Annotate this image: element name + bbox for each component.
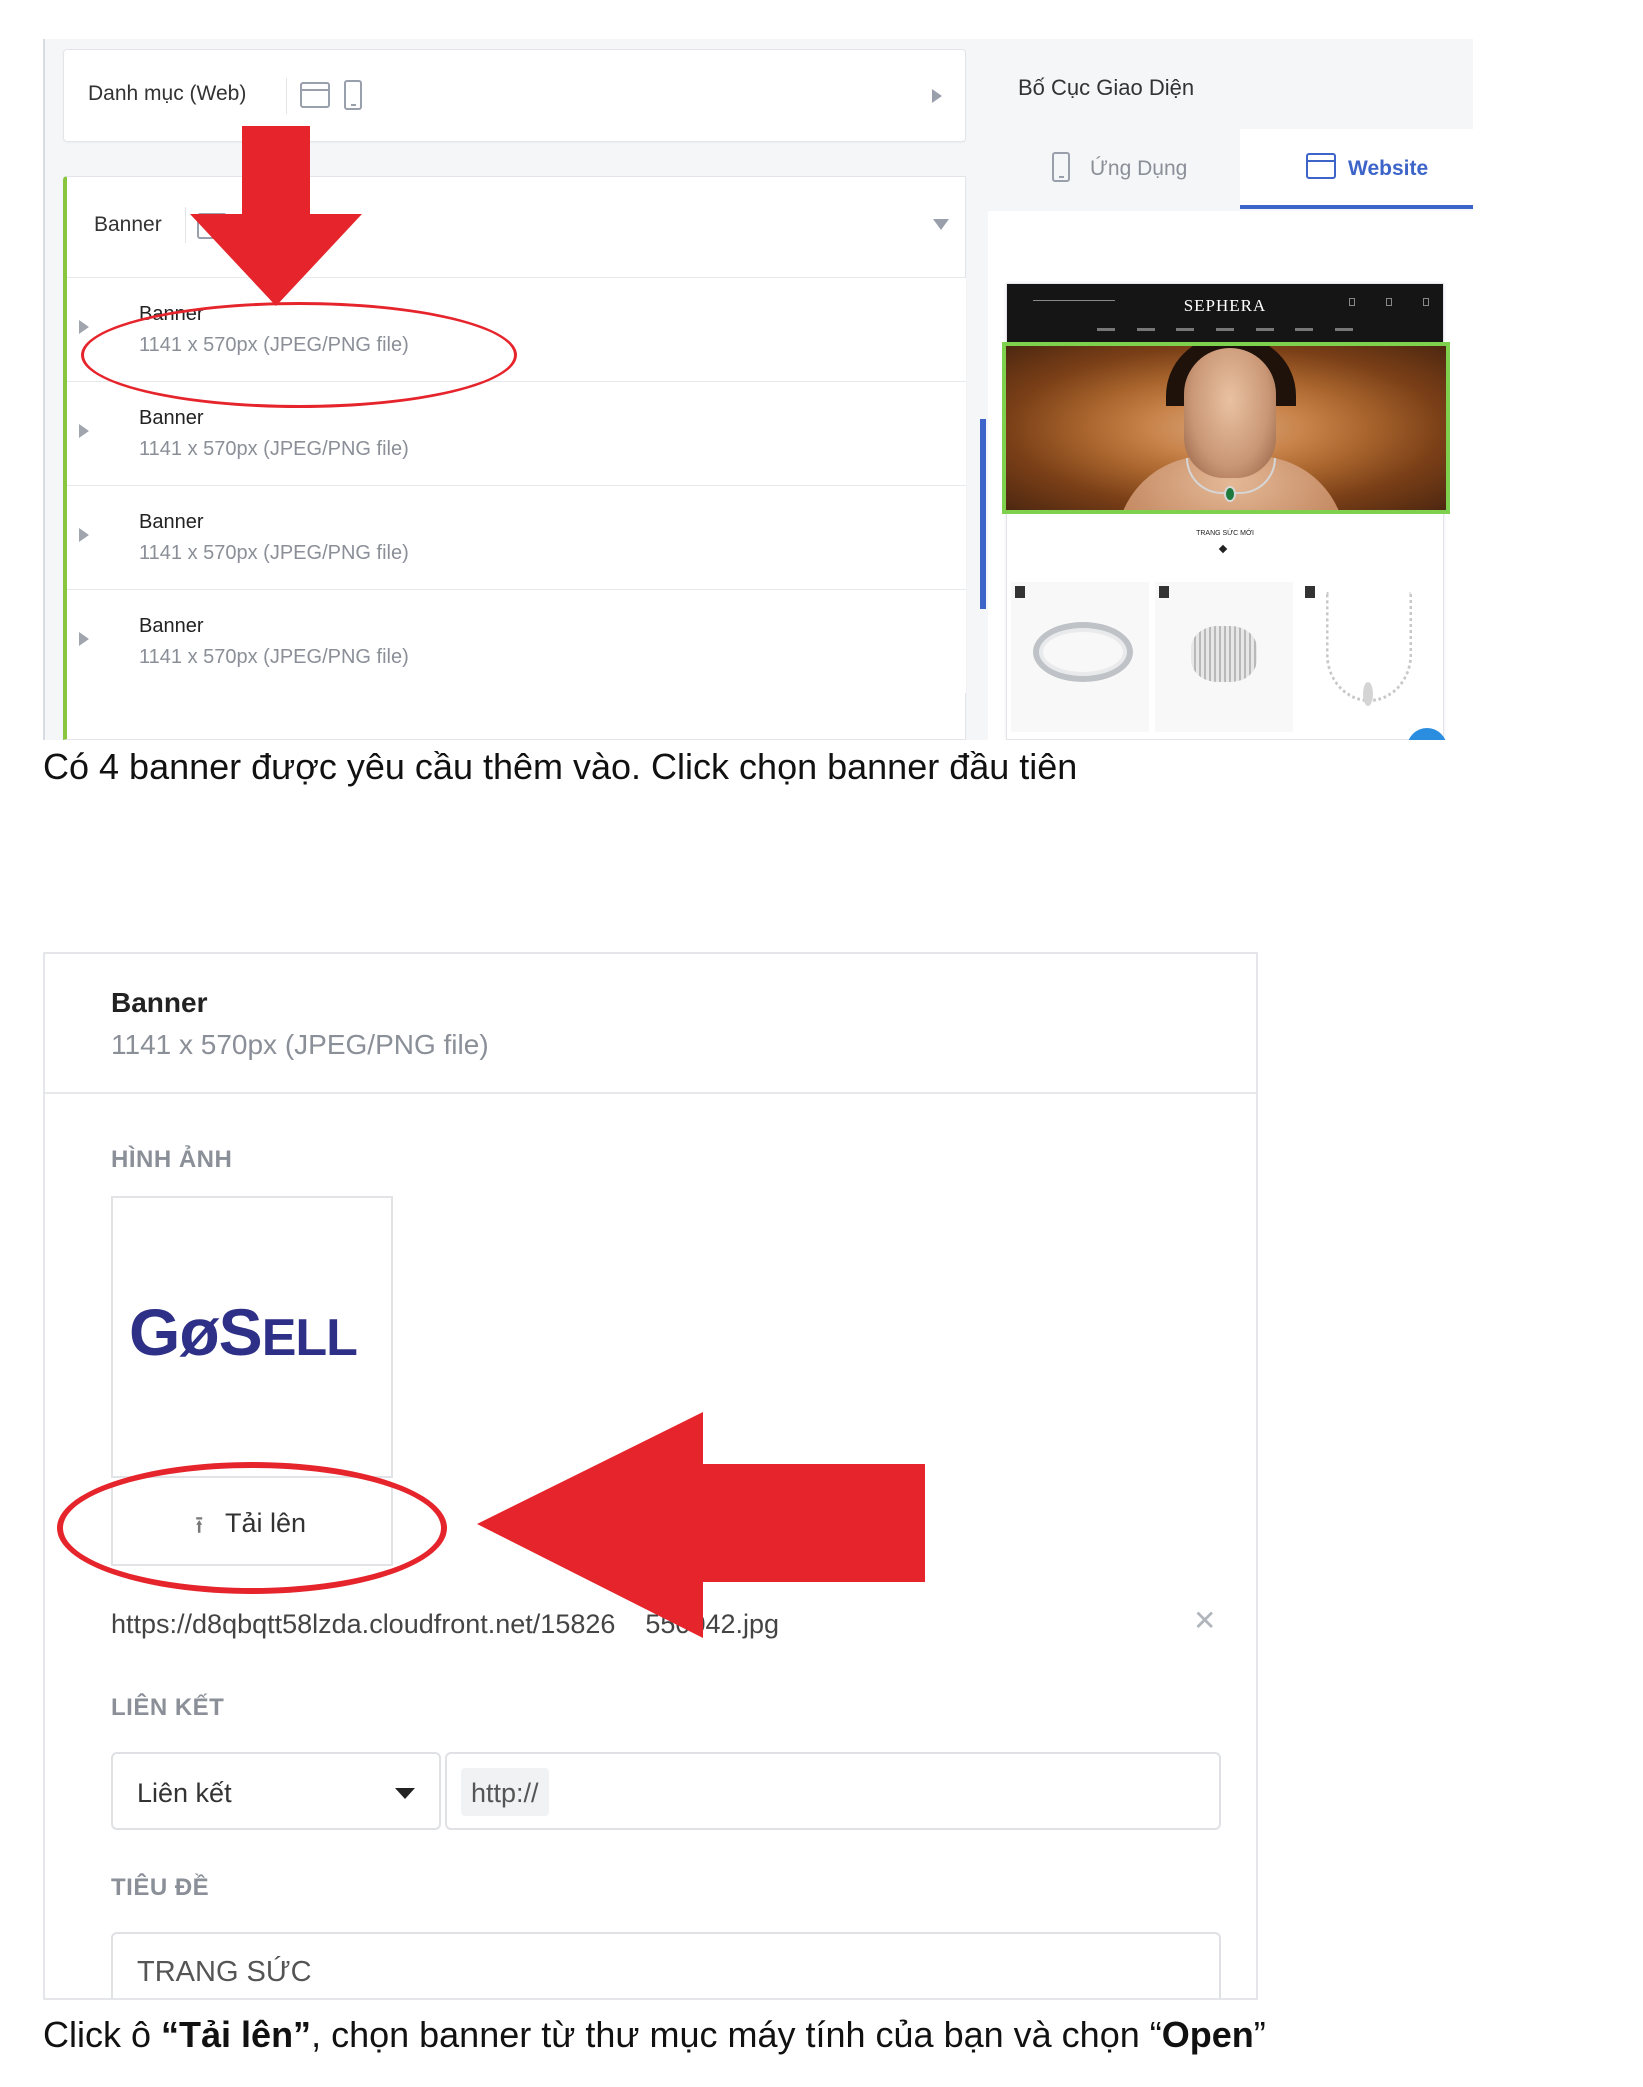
layout-panel-title: Bố Cục Giao Diện [1018,75,1195,100]
layout-panel-header: Bố Cục Giao Diện Ứng Dụng Website [988,39,1473,211]
gem-icon [1224,486,1236,502]
gosell-logo: GøSELL [129,1295,358,1369]
tab-website-label: Website [1348,157,1429,180]
expand-arrow-icon [79,632,89,646]
banner-item-size: 1141 x 570px (JPEG/PNG file) [139,438,409,460]
banner-item-size: 1141 x 570px (JPEG/PNG file) [139,646,409,668]
divider [185,207,186,243]
diamond-divider-icon [1218,544,1228,554]
banner-item-3[interactable]: Banner 1141 x 570px (JPEG/PNG file) [63,485,966,589]
expand-arrow-icon [79,320,89,334]
expand-arrow-icon [79,424,89,438]
link-url-input[interactable]: http:// [445,1752,1221,1830]
banner-item-size: 1141 x 570px (JPEG/PNG file) [139,542,409,564]
banner-item-title: Banner [139,407,204,429]
screenshot-banner-editor: Banner 1141 x 570px (JPEG/PNG file) HÌNH… [43,952,1258,2000]
tab-app-label: Ứng Dụng [1090,157,1188,180]
chevron-down-icon [395,1788,415,1799]
highlight-ellipse [81,302,517,408]
banner-item-title: Banner [139,615,204,637]
product-tag-icon [1305,586,1315,598]
red-down-arrow-icon [190,126,362,306]
tab-app[interactable]: Ứng Dụng [988,129,1240,209]
preview-banner-slot[interactable] [1002,342,1450,514]
product-tag-icon [1015,586,1025,598]
scrollbar[interactable] [980,419,986,609]
divider [286,78,287,114]
highlight-ellipse [57,1462,447,1594]
expand-arrow-icon [79,528,89,542]
banner-editor-title: Banner [111,987,208,1018]
title-input[interactable]: TRANG SỨC [111,1932,1221,1998]
preview-product-necklace [1301,582,1439,732]
title-input-value: TRANG SỨC [137,1956,312,1988]
mobile-icon [344,80,362,110]
banner-item-4[interactable]: Banner 1141 x 570px (JPEG/PNG file) [63,589,966,693]
website-preview: SEPHERA TRANG SỨC MỚI [1002,283,1450,740]
layout-panel: Bố Cục Giao Diện Ứng Dụng Website SEPHER… [980,39,1473,740]
title-label: TIÊU ĐỀ [111,1874,210,1901]
collapse-arrow-icon[interactable] [933,219,949,230]
sections-column: Danh mục (Web) Banner Banner 1141 x 570p… [43,39,988,740]
browser-icon [1306,153,1336,179]
preview-section-title: TRANG SỨC MỚI [1196,530,1254,537]
caption-step-1: Có 4 banner được yêu cầu thêm vào. Click… [43,746,1078,787]
banner-editor-size: 1141 x 570px (JPEG/PNG file) [111,1029,489,1060]
category-card-title: Danh mục (Web) [88,82,247,105]
preview-product-rings [1011,582,1149,732]
banner-editor-header: Banner 1141 x 570px (JPEG/PNG file) [45,954,1256,1094]
image-preview: GøSELL [111,1196,393,1478]
pendant-icon [1363,682,1373,706]
mobile-icon [1052,152,1070,182]
preview-product-band [1155,582,1293,732]
banner-section-title: Banner [94,213,162,236]
link-type-value: Liên kết [137,1778,232,1808]
screenshot-layout-editor: Danh mục (Web) Banner Banner 1141 x 570p… [43,39,1473,740]
banner-item-title: Banner [139,511,204,533]
caption-step-2: Click ô “Tải lên”, chọn banner từ thư mụ… [43,2014,1266,2055]
link-type-select[interactable]: Liên kết [111,1752,441,1830]
browser-icon [300,82,330,108]
link-url-prefix: http:// [461,1768,549,1816]
preview-navbar: SEPHERA [1007,284,1443,342]
red-left-arrow-icon [477,1412,925,1638]
link-label: LIÊN KẾT [111,1694,225,1721]
preview-nav-icons [1349,298,1429,308]
band-ring-icon [1191,626,1257,682]
tab-website[interactable]: Website [1240,129,1473,209]
remove-image-icon[interactable]: ✕ [1193,1604,1216,1637]
image-label: HÌNH ẢNH [111,1146,233,1173]
product-tag-icon [1159,586,1169,598]
preview-menu [1097,328,1353,332]
expand-arrow-icon[interactable] [932,89,942,103]
ring-icon [1033,622,1133,682]
